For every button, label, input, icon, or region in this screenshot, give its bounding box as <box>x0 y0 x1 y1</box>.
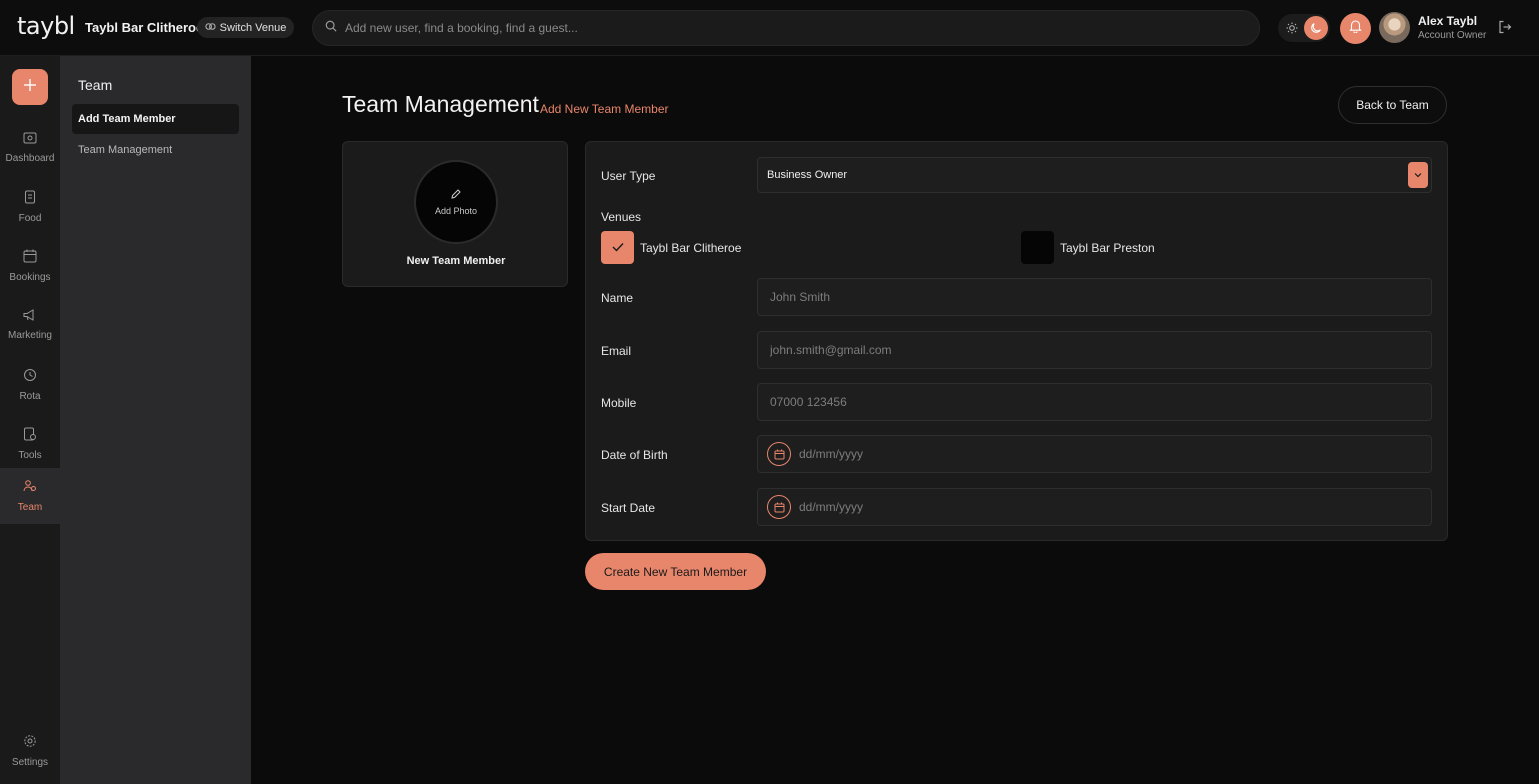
subnav-item-team-management[interactable]: Team Management <box>72 135 239 165</box>
switch-venue-label: Switch Venue <box>219 21 287 34</box>
plus-icon <box>23 78 37 97</box>
user-type-select[interactable]: Business Owner <box>757 157 1432 193</box>
venues-label: Venues <box>601 210 642 224</box>
dob-field[interactable] <box>757 435 1432 473</box>
main-nav-rail: Dashboard Food Bookings Marketing Rota T… <box>0 56 60 784</box>
food-icon <box>24 190 36 207</box>
gear-icon <box>23 734 37 751</box>
back-to-team-button[interactable]: Back to Team <box>1338 86 1447 124</box>
nav-tools[interactable]: Tools <box>0 416 60 472</box>
bell-icon <box>1349 19 1362 38</box>
nav-rota-label: Rota <box>19 391 41 402</box>
name-label: Name <box>601 291 634 305</box>
user-type-value: Business Owner <box>767 169 848 181</box>
search-input[interactable] <box>345 21 1225 35</box>
dob-input[interactable] <box>799 447 1399 461</box>
search-icon <box>325 19 337 37</box>
venue-label-clitheroe: Taybl Bar Clitheroe <box>640 241 742 255</box>
email-field[interactable] <box>757 331 1432 369</box>
subnav-item-add-team-member[interactable]: Add Team Member <box>72 104 239 134</box>
nav-tools-label: Tools <box>18 450 42 461</box>
page-title: Team Management <box>342 91 539 117</box>
sun-icon[interactable] <box>1282 18 1302 38</box>
avatar[interactable] <box>1379 12 1410 43</box>
start-date-field[interactable] <box>757 488 1432 526</box>
nav-dashboard-label: Dashboard <box>5 153 55 164</box>
chevron-down-icon[interactable] <box>1408 162 1428 188</box>
nav-settings-label: Settings <box>11 757 49 768</box>
current-venue-name: Taybl Bar Clitheroe <box>85 20 204 35</box>
page-subtitle: Add New Team Member <box>540 102 669 116</box>
team-icon <box>23 479 37 496</box>
switch-icon <box>205 21 216 35</box>
nav-team[interactable]: Team <box>0 468 60 524</box>
start-date-label: Start Date <box>601 501 656 515</box>
rota-icon <box>23 368 37 385</box>
user-name: Alex Taybl <box>1418 14 1478 28</box>
user-type-label: User Type <box>601 169 656 183</box>
theme-toggle[interactable] <box>1278 14 1330 42</box>
mobile-field[interactable] <box>757 383 1432 421</box>
top-bar: taybl Taybl Bar Clitheroe Switch Venue A… <box>0 0 1539 56</box>
team-subnav: Team Add Team Member Team Management <box>60 56 251 784</box>
nav-settings[interactable]: Settings <box>0 723 60 779</box>
add-photo-button[interactable]: Add Photo <box>414 160 498 244</box>
taybl-logo[interactable]: taybl <box>17 12 75 40</box>
user-role: Account Owner <box>1418 30 1487 41</box>
start-date-input[interactable] <box>799 500 1399 514</box>
new-member-label: New Team Member <box>406 255 506 267</box>
calendar-icon[interactable] <box>767 495 791 519</box>
nav-marketing-label: Marketing <box>8 330 52 341</box>
bookings-icon <box>23 249 37 266</box>
venue-checkbox-clitheroe[interactable] <box>601 231 634 264</box>
nav-team-label: Team <box>17 502 43 513</box>
logout-icon[interactable] <box>1498 20 1514 36</box>
quick-add-button[interactable] <box>12 69 48 105</box>
nav-bookings[interactable]: Bookings <box>0 238 60 294</box>
add-photo-label: Add Photo <box>434 206 478 216</box>
dashboard-icon <box>23 132 37 147</box>
add-member-form: User Type Business Owner Venues Taybl Ba… <box>585 141 1448 541</box>
pencil-icon <box>450 188 462 202</box>
nav-marketing[interactable]: Marketing <box>0 297 60 353</box>
check-icon <box>612 239 624 257</box>
subnav-title: Team <box>78 77 113 93</box>
nav-bookings-label: Bookings <box>9 272 51 283</box>
nav-dashboard[interactable]: Dashboard <box>0 120 60 176</box>
create-team-member-button[interactable]: Create New Team Member <box>585 553 766 590</box>
notifications-button[interactable] <box>1340 13 1371 44</box>
venue-checkbox-preston[interactable] <box>1021 231 1054 264</box>
dob-label: Date of Birth <box>601 448 668 462</box>
name-field[interactable] <box>757 278 1432 316</box>
nav-rota[interactable]: Rota <box>0 357 60 413</box>
photo-card: Add Photo New Team Member <box>342 141 568 287</box>
nav-food-label: Food <box>18 213 42 224</box>
venue-label-preston: Taybl Bar Preston <box>1060 241 1155 255</box>
nav-food[interactable]: Food <box>0 179 60 235</box>
global-search[interactable] <box>312 10 1260 46</box>
tools-icon <box>23 427 37 444</box>
calendar-icon[interactable] <box>767 442 791 466</box>
switch-venue-button[interactable]: Switch Venue <box>197 17 294 38</box>
moon-icon[interactable] <box>1304 16 1328 40</box>
megaphone-icon <box>23 309 37 324</box>
mobile-label: Mobile <box>601 396 637 410</box>
email-label: Email <box>601 344 632 358</box>
